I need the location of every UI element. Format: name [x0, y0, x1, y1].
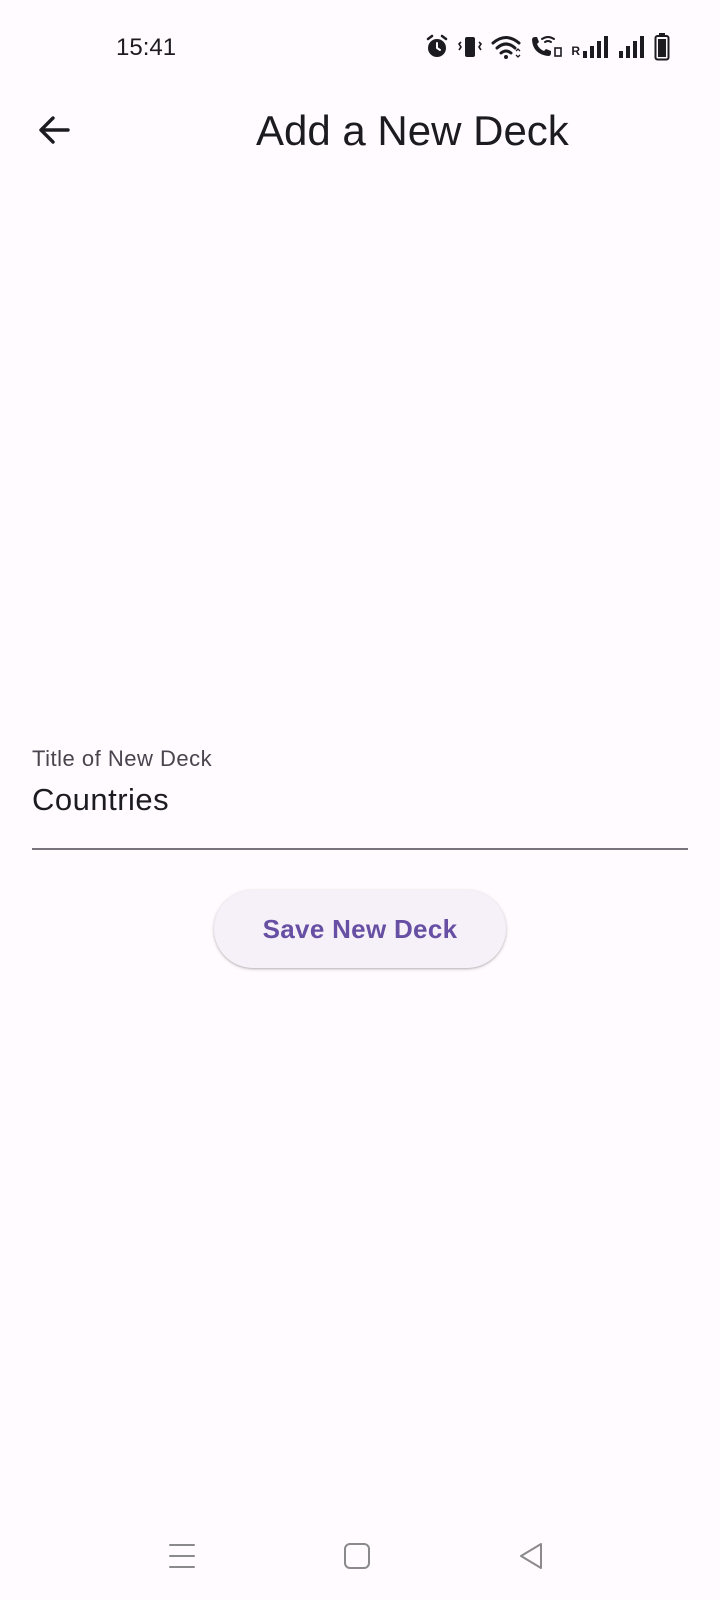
deck-title-input[interactable] [32, 778, 688, 822]
roaming-letter: R [571, 44, 580, 58]
save-new-deck-button[interactable]: Save New Deck [214, 890, 506, 968]
deck-title-field[interactable]: Title of New Deck [32, 746, 688, 852]
recents-button[interactable] [158, 1538, 206, 1578]
back-nav-button[interactable] [507, 1538, 555, 1578]
status-icons: R [425, 32, 670, 62]
deck-title-label: Title of New Deck [32, 746, 213, 771]
field-underline [32, 848, 688, 850]
page-title: Add a New Deck [256, 107, 569, 154]
status-bar: 15:41 R [0, 0, 720, 96]
status-time: 15:41 [116, 34, 177, 61]
alarm-icon [425, 34, 449, 60]
system-nav-bar [0, 1510, 720, 1600]
home-square-icon [343, 1542, 371, 1575]
vibrate-icon [457, 34, 483, 60]
signal-icon [618, 35, 646, 59]
back-triangle-icon [517, 1541, 545, 1576]
signal-roaming-icon: R [571, 35, 610, 59]
battery-icon [654, 33, 670, 61]
wifi-icon [491, 34, 521, 60]
home-button[interactable] [333, 1538, 381, 1578]
app-bar: Add a New Deck [0, 96, 720, 166]
recents-menu-icon [167, 1542, 197, 1575]
wifi-calling-icon [529, 34, 563, 60]
